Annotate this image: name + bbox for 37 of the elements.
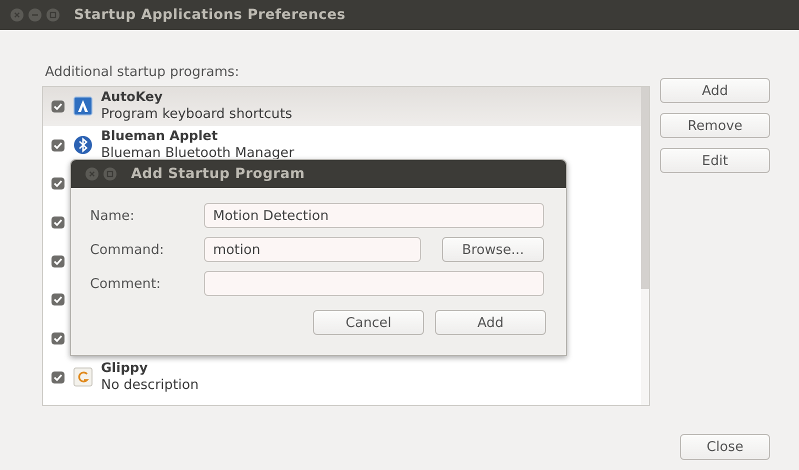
- program-row[interactable]: Glippy No description: [43, 358, 641, 396]
- side-button[interactable]: Remove: [660, 113, 770, 138]
- checkbox[interactable]: [51, 254, 65, 268]
- program-description: No description: [101, 377, 199, 394]
- dialog-title: Add Startup Program: [131, 166, 305, 182]
- app-tile-icon: [73, 367, 93, 388]
- program-name: Glippy: [101, 361, 149, 378]
- checkbox[interactable]: [51, 177, 65, 190]
- side-button[interactable]: Add: [660, 78, 770, 103]
- input-field[interactable]: [204, 271, 544, 296]
- browse-button[interactable]: Browse...: [442, 237, 544, 262]
- input-field[interactable]: motion: [204, 237, 421, 262]
- side-button[interactable]: Edit: [660, 148, 770, 173]
- list-label: Additional startup programs:: [45, 64, 240, 80]
- checkbox[interactable]: [51, 293, 65, 306]
- checkbox[interactable]: [51, 370, 65, 384]
- field-label: Name:: [90, 206, 136, 226]
- field-label: Command:: [90, 240, 165, 260]
- window-title: Startup Applications Preferences: [74, 7, 346, 23]
- scrollbar-thumb[interactable]: [641, 87, 649, 289]
- program-name: Blueman Applet: [101, 129, 219, 146]
- close-button[interactable]: Close: [680, 434, 770, 460]
- checkbox[interactable]: [51, 138, 65, 152]
- program-description: Program keyboard shortcuts: [101, 106, 292, 122]
- checkbox[interactable]: [51, 216, 65, 229]
- program-name: AutoKey: [101, 90, 164, 106]
- program-description: Blueman Bluetooth Manager: [101, 145, 294, 162]
- input-field[interactable]: Motion Detection: [204, 203, 544, 228]
- checkbox[interactable]: [51, 332, 65, 345]
- app-tile-icon: [73, 96, 93, 116]
- dialog-button[interactable]: Cancel: [313, 310, 424, 335]
- field-label: Comment:: [90, 274, 162, 294]
- dialog-button[interactable]: Add: [435, 310, 546, 335]
- checkbox[interactable]: [51, 100, 65, 113]
- program-row[interactable]: Blueman Applet Blueman Bluetooth Manager: [43, 126, 641, 164]
- program-row[interactable]: AutoKey Program keyboard shortcuts: [43, 87, 641, 126]
- bluetooth-icon: [73, 135, 93, 156]
